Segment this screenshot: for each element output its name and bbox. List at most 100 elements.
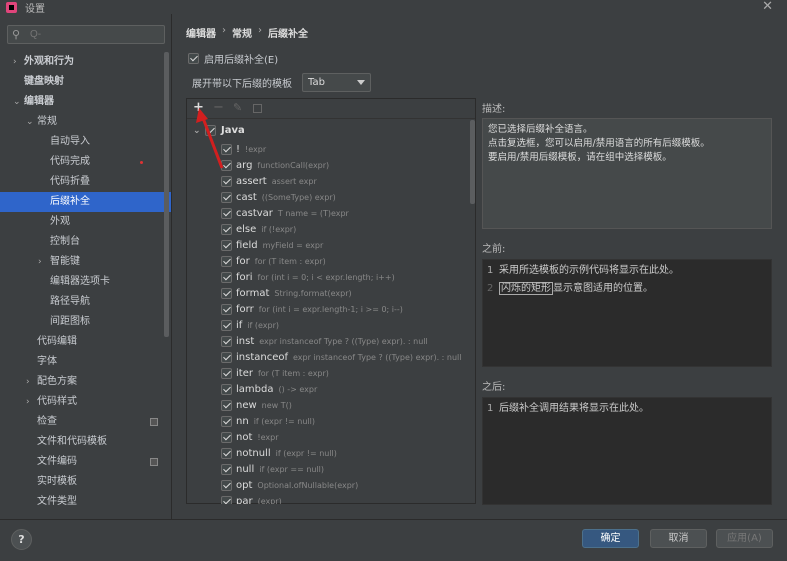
chevron-right-icon[interactable]: › (38, 252, 42, 272)
template-checkbox[interactable] (221, 239, 232, 251)
template-row[interactable]: fori for (int i = 0; i < expr.length; i++… (221, 269, 395, 285)
template-checkbox[interactable] (221, 303, 232, 315)
template-checkbox[interactable] (221, 447, 232, 459)
apply-button[interactable]: 应用(A) (716, 529, 773, 548)
template-row[interactable]: iter for (T item : expr) (221, 365, 329, 381)
template-key: iter (236, 367, 253, 379)
search-input[interactable] (30, 27, 160, 42)
sidebar-item[interactable]: 实时模板 (0, 472, 171, 492)
template-checkbox[interactable] (221, 383, 232, 395)
template-row[interactable]: arg functionCall(expr) (221, 157, 329, 173)
template-checkbox[interactable] (221, 271, 232, 283)
template-checkbox[interactable] (221, 367, 232, 379)
template-checkbox[interactable] (221, 463, 232, 475)
template-row[interactable]: instanceof expr instanceof Type ? ((Type)… (221, 349, 462, 365)
sidebar-item[interactable]: › 外观和行为 (0, 52, 171, 72)
template-row[interactable]: opt Optional.ofNullable(expr) (221, 477, 358, 493)
copy-icon[interactable] (253, 104, 262, 113)
template-checkbox[interactable] (221, 415, 232, 427)
template-row[interactable]: null if (expr == null) (221, 461, 324, 477)
sidebar-item[interactable]: ⌄ 编辑器 (0, 92, 171, 112)
template-row[interactable]: new new T() (221, 397, 292, 413)
template-row[interactable]: not !expr (221, 429, 278, 445)
template-checkbox[interactable] (221, 191, 232, 203)
template-row[interactable]: if if (expr) (221, 317, 279, 333)
expand-key-select[interactable]: Tab (302, 73, 371, 92)
sidebar-item[interactable]: 间距图标 (0, 312, 171, 332)
code-line: 2 闪烁的矩形 显示意图适用的位置。 (487, 280, 767, 298)
chevron-down-icon[interactable]: ⌄ (13, 92, 21, 112)
sidebar-item[interactable]: 代码编辑 (0, 332, 171, 352)
cancel-button[interactable]: 取消 (650, 529, 707, 548)
sidebar-item[interactable]: 代码折叠 (0, 172, 171, 192)
template-checkbox[interactable] (221, 399, 232, 411)
enable-postfix-row[interactable]: 启用后缀补全(E) (188, 51, 278, 66)
template-key: assert (236, 175, 267, 187)
template-checkbox[interactable] (221, 223, 232, 235)
template-row[interactable]: ! !expr (221, 141, 266, 157)
template-checkbox[interactable] (221, 479, 232, 491)
sidebar-item[interactable]: 文件类型 (0, 492, 171, 512)
app-logo-icon (6, 1, 17, 13)
sidebar-item[interactable]: › 代码样式 (0, 392, 171, 412)
sidebar-item[interactable]: 路径导航 (0, 292, 171, 312)
chevron-down-icon[interactable]: ⌄ (26, 112, 34, 132)
template-group-java[interactable]: ⌄ Java (193, 123, 245, 138)
group-checkbox[interactable] (205, 125, 216, 136)
template-checkbox[interactable] (221, 287, 232, 299)
sidebar-item[interactable]: 文件和代码模板 (0, 432, 171, 452)
sidebar-item[interactable]: 编辑器选项卡 (0, 272, 171, 292)
sidebar-item[interactable]: ⌄ 常规 (0, 112, 171, 132)
template-row[interactable]: assert assert expr (221, 173, 317, 189)
template-row[interactable]: castvar T name = (T)expr (221, 205, 349, 221)
sidebar-item-label: 编辑器 (24, 96, 54, 107)
sidebar-item[interactable]: › 智能键 (0, 252, 171, 272)
template-checkbox[interactable] (221, 335, 232, 347)
template-row[interactable]: nn if (expr != null) (221, 413, 315, 429)
sidebar-item[interactable]: 文件编码 (0, 452, 171, 472)
sidebar-item[interactable]: 键盘映射 (0, 72, 171, 92)
template-checkbox[interactable] (221, 495, 232, 504)
template-checkbox[interactable] (221, 351, 232, 363)
template-checkbox[interactable] (221, 255, 232, 267)
ok-button[interactable]: 确定 (582, 529, 639, 548)
close-icon[interactable]: ✕ (762, 0, 773, 14)
template-row[interactable]: inst expr instanceof Type ? ((Type) expr)… (221, 333, 428, 349)
remove-icon[interactable]: − (213, 101, 224, 115)
template-checkbox[interactable] (221, 175, 232, 187)
template-checkbox[interactable] (221, 143, 232, 155)
template-checkbox[interactable] (221, 319, 232, 331)
add-icon[interactable]: + (193, 101, 204, 115)
template-row[interactable]: else if (!expr) (221, 221, 296, 237)
chevron-right-icon[interactable]: › (13, 52, 17, 72)
template-checkbox[interactable] (221, 431, 232, 443)
template-row[interactable]: format String.format(expr) (221, 285, 352, 301)
sidebar-item[interactable]: 检查 (0, 412, 171, 432)
template-row[interactable]: for for (T item : expr) (221, 253, 326, 269)
template-checkbox[interactable] (221, 159, 232, 171)
sidebar-item[interactable]: 自动导入 (0, 132, 171, 152)
chevron-down-icon[interactable]: ⌄ (193, 126, 205, 136)
sidebar-scrollbar[interactable] (164, 52, 169, 337)
chevron-right-icon[interactable]: › (26, 392, 30, 412)
settings-search[interactable]: ⚲ (7, 25, 165, 44)
breadcrumb: 编辑器 › 常规 › 后缀补全 (186, 25, 308, 40)
sidebar-item[interactable]: 外观 (0, 212, 171, 232)
sidebar-item[interactable]: › 配色方案 (0, 372, 171, 392)
sidebar-item[interactable]: 代码完成 (0, 152, 171, 172)
template-checkbox[interactable] (221, 207, 232, 219)
template-row[interactable]: lambda () -> expr (221, 381, 317, 397)
help-button[interactable]: ? (11, 529, 32, 550)
chevron-right-icon[interactable]: › (26, 372, 30, 392)
edit-icon[interactable]: ✎ (233, 101, 242, 115)
sidebar-item[interactable]: 字体 (0, 352, 171, 372)
template-row[interactable]: forr for (int i = expr.length-1; i >= 0; … (221, 301, 403, 317)
template-row[interactable]: cast ((SomeType) expr) (221, 189, 336, 205)
enable-postfix-checkbox[interactable] (188, 53, 199, 64)
template-row[interactable]: notnull if (expr != null) (221, 445, 337, 461)
template-row[interactable]: par (expr) (221, 493, 282, 504)
sidebar-item[interactable]: 后缀补全 (0, 192, 171, 212)
template-row[interactable]: field myField = expr (221, 237, 323, 253)
sidebar-item[interactable]: 控制台 (0, 232, 171, 252)
template-list-scrollbar[interactable] (470, 120, 475, 204)
